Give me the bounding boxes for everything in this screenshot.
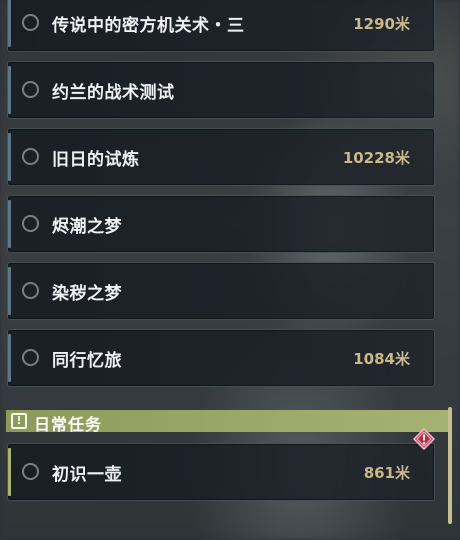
quest-status-icon	[22, 282, 39, 299]
scrollbar[interactable]	[448, 407, 452, 524]
quest-item[interactable]: 烬潮之梦	[7, 195, 435, 253]
quest-title: 烬潮之梦	[52, 217, 122, 237]
quest-status-icon	[22, 349, 39, 366]
quest-item[interactable]: 旧日的试炼 10228米	[7, 128, 435, 186]
exclamation-box-icon: !	[11, 413, 27, 429]
quest-distance: 1290米	[353, 15, 410, 33]
quest-item[interactable]: 染秽之梦	[7, 262, 435, 320]
quest-title: 传说中的密方机关术・三	[52, 16, 245, 36]
quest-status-icon	[22, 148, 39, 165]
quest-title: 旧日的试炼	[52, 150, 140, 170]
quest-title: 同行忆旅	[52, 351, 122, 371]
quest-title: 初识一壶	[52, 465, 122, 485]
daily-quest-item[interactable]: 初识一壶 861米	[7, 428, 435, 501]
daily-tasks-title: 日常任务	[34, 415, 103, 434]
daily-tasks-header[interactable]: ! 日常任务	[6, 410, 450, 434]
warning-diamond-icon	[413, 428, 435, 450]
quest-status-icon	[22, 463, 39, 480]
quest-status-icon	[22, 14, 39, 31]
quest-distance: 10228米	[342, 149, 410, 167]
quest-item[interactable]: 约兰的战术测试	[7, 61, 435, 119]
quest-distance: 1084米	[353, 350, 410, 368]
quest-status-icon	[22, 215, 39, 232]
quest-title: 约兰的战术测试	[52, 83, 175, 103]
quest-tracker: 传说中的密方机关术・三 1290米 约兰的战术测试 旧日的试炼 10228米 烬…	[0, 0, 450, 540]
quest-distance: 861米	[363, 464, 410, 482]
quest-item[interactable]: 传说中的密方机关术・三 1290米	[7, 0, 435, 52]
quest-title: 染秽之梦	[52, 284, 122, 304]
quest-item[interactable]: 同行忆旅 1084米	[7, 329, 435, 387]
quest-status-icon	[22, 81, 39, 98]
